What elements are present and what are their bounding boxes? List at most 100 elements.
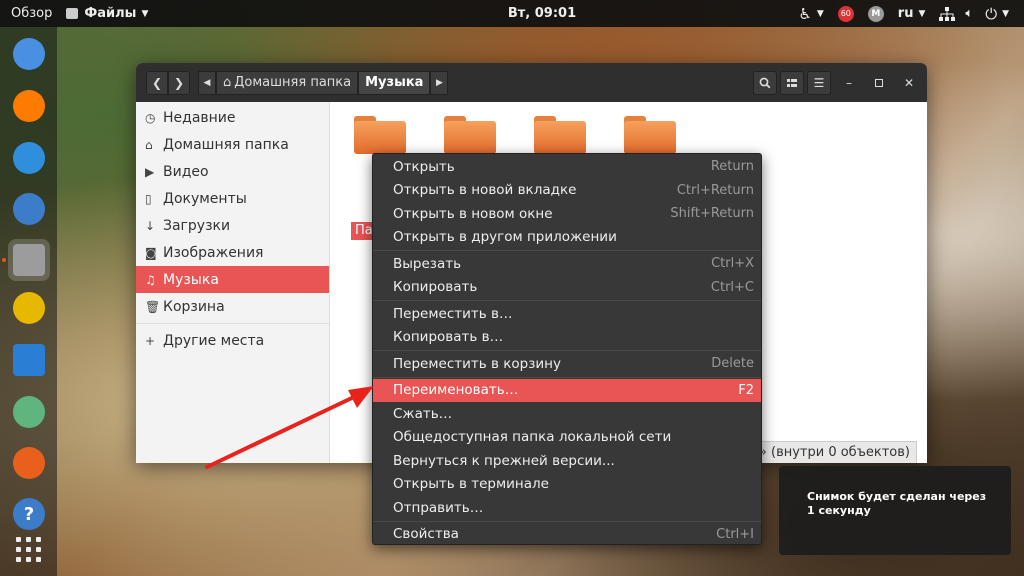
screenshot-notification: Снимок будет сделан через 1 секунду	[779, 466, 1011, 555]
menu-item-label: Копировать	[393, 279, 478, 296]
camera-icon: ◙	[145, 245, 157, 260]
nav-buttons: ❮ ❯	[146, 70, 190, 95]
app-menu[interactable]: Файлы ▼	[59, 0, 155, 27]
files-app-icon	[66, 8, 79, 19]
grid-dot-icon	[36, 537, 41, 542]
menu-item[interactable]: Общедоступная папка локальной сети	[373, 426, 761, 450]
folder-icon[interactable]	[534, 116, 586, 154]
menu-item[interactable]: Открыть в терминале	[373, 473, 761, 497]
m-indicator[interactable]: M	[861, 0, 891, 27]
breadcrumb-music[interactable]: Музыка	[358, 70, 431, 95]
sidebar-item-label: Корзина	[163, 298, 225, 315]
menu-item[interactable]: Открыть Return	[373, 155, 761, 179]
menu-item[interactable]: Сжать…	[373, 402, 761, 426]
chevron-left-icon: ❮	[151, 75, 163, 90]
menu-button[interactable]: ☰	[807, 70, 831, 95]
sidebar-item-music[interactable]: ♫ Музыка	[136, 266, 329, 293]
grid-dot-icon	[26, 547, 31, 552]
breadcrumb-home-label: Домашняя папка	[234, 75, 352, 90]
show-applications-button[interactable]	[16, 537, 42, 563]
menu-item[interactable]: Переместить в…	[373, 302, 761, 326]
dock-writer-launcher[interactable]	[8, 339, 50, 381]
top-bar: Обзор Файлы ▼ Вт, 09:01 ♿ ▼ 60 M ru ▼ 🔈︎…	[0, 0, 1024, 27]
language-menu[interactable]: ru ▼	[891, 0, 933, 27]
sidebar-item-home[interactable]: ⌂ Домашняя папка	[136, 131, 329, 158]
dock-files-launcher[interactable]	[8, 239, 50, 281]
system-menu[interactable]: 🔈︎ ⏻ ▼	[932, 0, 1016, 27]
grid-dot-icon	[16, 557, 21, 562]
list-view-icon	[787, 78, 797, 87]
menu-item[interactable]: Отправить…	[373, 496, 761, 520]
path-scroll-right-button[interactable]: ▶	[430, 70, 449, 95]
forward-button[interactable]: ❯	[168, 70, 190, 95]
sidebar-item-trash[interactable]: 🗑︎ Корзина	[136, 293, 329, 320]
breadcrumb-music-label: Музыка	[365, 75, 424, 90]
dock-software-launcher[interactable]	[8, 442, 50, 484]
menu-item[interactable]: Открыть в новой вкладке Ctrl+Return	[373, 179, 761, 203]
header-actions: ☰ – ✕	[750, 70, 921, 95]
dock-thunderbird-launcher[interactable]	[8, 188, 50, 230]
sidebar-separator	[136, 323, 329, 324]
menu-item[interactable]: Открыть в другом приложении	[373, 226, 761, 250]
menu-item-label: Открыть	[393, 158, 455, 175]
dock-firefox-launcher[interactable]	[8, 85, 50, 127]
menu-separator	[373, 350, 761, 351]
dock-chromium-launcher[interactable]	[8, 33, 50, 75]
menu-item[interactable]: Переименовать… F2	[373, 378, 761, 402]
sidebar-item-clock[interactable]: ◷ Недавние	[136, 104, 329, 131]
maximize-button[interactable]	[867, 71, 891, 95]
search-button[interactable]	[753, 70, 777, 95]
chevron-down-icon: ▼	[816, 8, 824, 19]
clock[interactable]: Вт, 09:01	[508, 6, 576, 21]
menu-item[interactable]: Вырезать Ctrl+X	[373, 252, 761, 276]
writer-icon	[13, 344, 45, 376]
folder-icon[interactable]	[624, 116, 676, 154]
dock-atom-launcher[interactable]	[8, 391, 50, 433]
menu-item[interactable]: Вернуться к прежней версии...	[373, 449, 761, 473]
dock-help-launcher[interactable]: ?	[8, 493, 50, 535]
menu-item[interactable]: Свойства Ctrl+I	[373, 523, 761, 547]
video-icon: ▶	[145, 164, 155, 179]
menu-item[interactable]: Переместить в корзину Delete	[373, 352, 761, 376]
places-sidebar: ◷ Недавние ⌂ Домашняя папка ▶ Видео ▯ Документы…	[136, 102, 330, 463]
folder-icon[interactable]	[444, 116, 496, 154]
triangle-right-icon: ▶	[435, 77, 443, 88]
sidebar-item-download[interactable]: ↓ Загрузки	[136, 212, 329, 239]
chromium-icon	[13, 38, 45, 70]
menu-item-label: Переместить в корзину	[393, 355, 561, 372]
view-toggle-button[interactable]	[780, 70, 804, 95]
chevron-down-icon: ▼	[918, 8, 926, 19]
sidebar-item-document[interactable]: ▯ Документы	[136, 185, 329, 212]
menu-item[interactable]: Открыть в новом окне Shift+Return	[373, 202, 761, 226]
thunderbird-icon	[13, 193, 45, 225]
folder-icon[interactable]	[354, 116, 406, 154]
menu-item-label: Общедоступная папка локальной сети	[393, 429, 672, 446]
path-scroll-left-button[interactable]: ◀	[198, 70, 216, 95]
sidebar-item-label: Другие места	[163, 332, 265, 349]
menu-item[interactable]: Копировать Ctrl+C	[373, 276, 761, 300]
menu-separator	[373, 250, 761, 251]
notification-count-badge: 60	[837, 5, 854, 22]
notifications-indicator[interactable]: 60	[831, 0, 861, 27]
menu-item[interactable]: Копировать в…	[373, 326, 761, 350]
sidebar-item-video[interactable]: ▶ Видео	[136, 158, 329, 185]
sidebar-item-label: Видео	[163, 163, 209, 180]
menu-item-accelerator: F2	[738, 382, 754, 398]
sidebar-item-plus[interactable]: + Другие места	[136, 327, 329, 354]
close-button[interactable]: ✕	[897, 71, 921, 95]
activities-button[interactable]: Обзор	[0, 0, 59, 27]
menu-item-label: Открыть в новом окне	[393, 205, 553, 222]
minimize-button[interactable]: –	[837, 71, 861, 95]
dock-rhythmbox-launcher[interactable]	[8, 287, 50, 329]
sidebar-item-label: Загрузки	[163, 217, 231, 234]
sidebar-item-label: Недавние	[163, 109, 236, 126]
clock-icon: ◷	[145, 110, 156, 125]
dock-vscode-launcher[interactable]	[8, 137, 50, 179]
breadcrumb-home[interactable]: ⌂ Домашняя папка	[216, 70, 359, 95]
accessibility-menu[interactable]: ♿ ▼	[791, 0, 830, 27]
sidebar-item-camera[interactable]: ◙ Изображения	[136, 239, 329, 266]
document-icon: ▯	[145, 191, 152, 206]
home-icon: ⌂	[145, 137, 153, 152]
back-button[interactable]: ❮	[146, 70, 168, 95]
help-icon: ?	[13, 498, 45, 530]
